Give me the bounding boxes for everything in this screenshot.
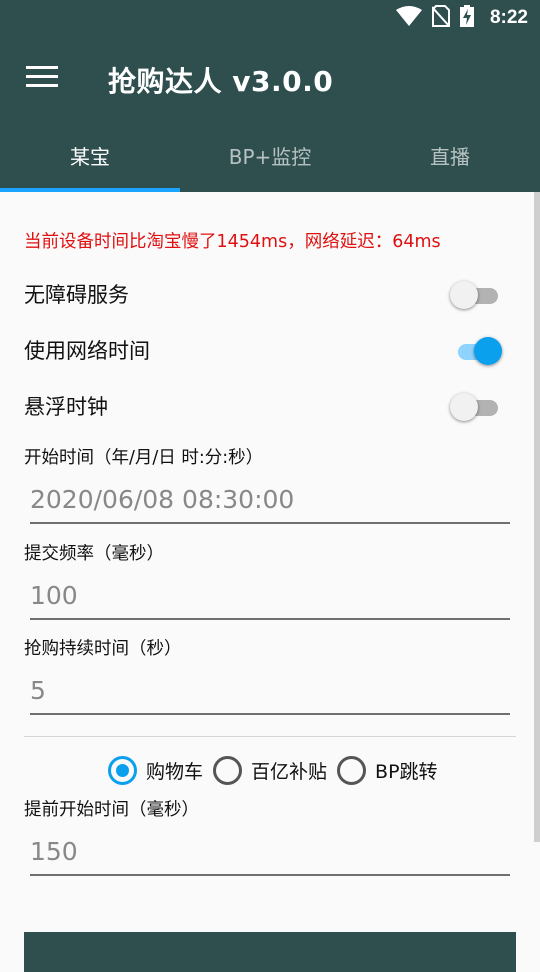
duration-input[interactable]: 5	[30, 671, 510, 715]
battery-charging-icon	[459, 5, 474, 31]
start-time-label: 开始时间（年/月/日 时:分:秒）	[24, 448, 264, 468]
status-icons: 8:22	[395, 5, 528, 31]
floating-clock-switch[interactable]	[450, 393, 504, 421]
radio-button-icon	[213, 755, 243, 785]
advance-label: 提前开始时间（毫秒）	[24, 800, 199, 820]
network-time-label: 使用网络时间	[24, 339, 150, 363]
app-bar: 抢购达人 v3.0.0	[0, 36, 540, 122]
advance-input[interactable]: 150	[30, 832, 510, 876]
time-offset-warning: 当前设备时间比淘宝慢了1454ms，网络延迟：64ms	[24, 232, 441, 252]
wifi-icon	[395, 6, 422, 30]
tab-bar: 某宝 BP+监控 直播	[0, 122, 540, 192]
toggle-row-accessibility: 无障碍服务	[24, 274, 504, 314]
clock: 8:22	[489, 7, 528, 28]
toggle-row-floating-clock: 悬浮时钟	[24, 386, 504, 426]
network-time-switch[interactable]	[450, 337, 504, 365]
tab-live[interactable]: 直播	[360, 122, 540, 192]
status-bar: 8:22	[0, 0, 540, 36]
accessibility-switch[interactable]	[450, 281, 504, 309]
hamburger-menu-icon[interactable]	[26, 66, 58, 90]
main-content: 当前设备时间比淘宝慢了1454ms，网络延迟：64ms 无障碍服务 使用网络时间…	[0, 192, 540, 972]
floating-clock-label: 悬浮时钟	[24, 395, 108, 419]
no-sim-icon	[431, 5, 451, 31]
tab-mou-bao[interactable]: 某宝	[0, 122, 180, 192]
radio-button-icon	[337, 755, 367, 785]
radio-shopping-cart[interactable]: 购物车	[108, 755, 203, 785]
action-button[interactable]	[24, 932, 516, 972]
accessibility-label: 无障碍服务	[24, 283, 129, 307]
radio-bp-jump[interactable]: BP跳转	[337, 755, 438, 785]
tab-bp-monitor[interactable]: BP+监控	[180, 122, 360, 192]
radio-subsidy[interactable]: 百亿补贴	[213, 755, 327, 785]
frequency-label: 提交频率（毫秒）	[24, 544, 164, 564]
divider	[24, 736, 516, 737]
radio-button-checked-icon	[108, 755, 137, 785]
app-title: 抢购达人 v3.0.0	[108, 65, 334, 98]
frequency-input[interactable]: 100	[30, 576, 510, 620]
mode-radio-group: 购物车 百亿补贴 BP跳转	[108, 752, 448, 788]
duration-label: 抢购持续时间（秒）	[24, 639, 182, 659]
toggle-row-network-time: 使用网络时间	[24, 330, 504, 370]
start-time-input[interactable]: 2020/06/08 08:30:00	[30, 480, 510, 524]
